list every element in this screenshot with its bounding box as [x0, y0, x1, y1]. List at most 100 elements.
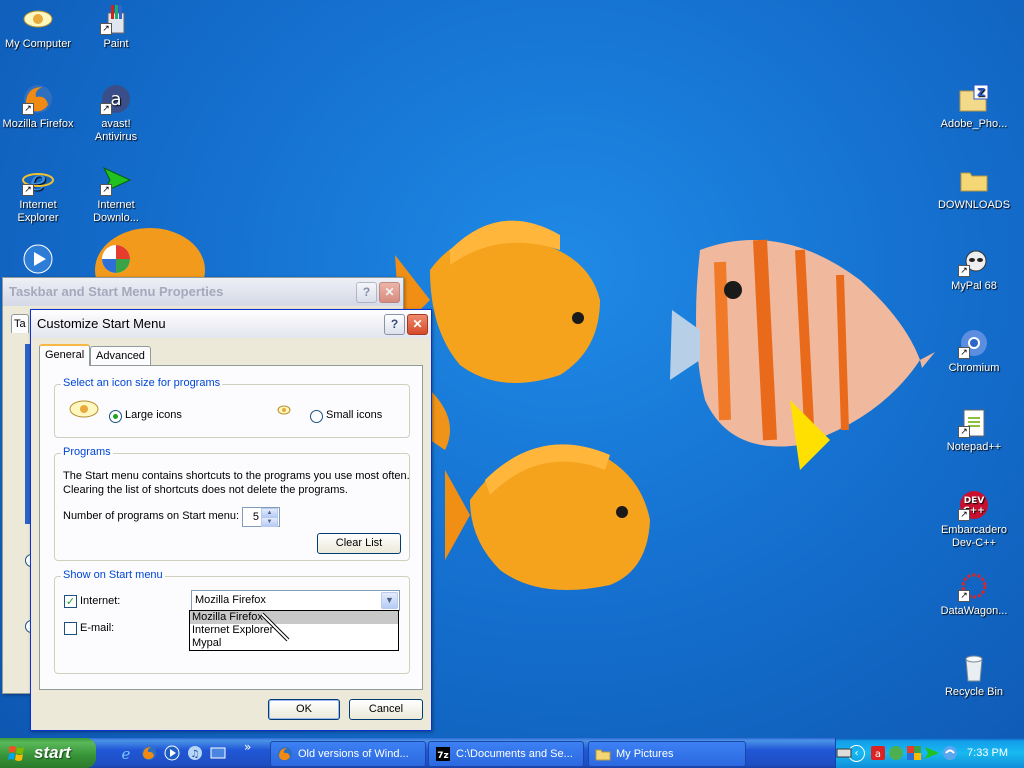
programs-group-label: Programs — [61, 446, 113, 458]
desktop-icon-label: Notepad++ — [946, 441, 1002, 453]
dropdown-option[interactable]: Mozilla Firefox — [190, 611, 398, 624]
firefox-icon — [278, 747, 292, 761]
start-label: start — [34, 743, 71, 762]
devcpp-icon: DEV C++ ↗ — [958, 489, 990, 521]
dropdown-option[interactable]: Internet Explorer — [190, 624, 398, 637]
mouse-cursor-icon — [260, 612, 290, 642]
internet-browser-dropdown-list[interactable]: Mozilla Firefox Internet Explorer Mypal — [189, 610, 399, 651]
large-icons-label[interactable]: Large icons — [125, 409, 182, 421]
programs-count-stepper[interactable]: 5 ▲ ▼ — [242, 507, 280, 527]
desktop-icon-internet-download-manager[interactable]: ↗ Internet Downlo... — [78, 164, 154, 225]
email-checkbox[interactable] — [64, 622, 77, 635]
desktop-icon-picasa[interactable] — [78, 243, 154, 278]
desktop-icon-recycle-bin[interactable]: Recycle Bin — [936, 651, 1012, 699]
desktop-icon-datawagon[interactable]: ↗ DataWagon... — [936, 570, 1012, 618]
dialog-title: Customize Start Menu — [37, 316, 166, 331]
help-button[interactable]: ? — [384, 314, 405, 335]
tab-taskbar[interactable]: Ta — [11, 314, 29, 333]
svg-text:♫: ♫ — [191, 749, 200, 760]
show-desktop-icon[interactable] — [210, 745, 226, 761]
desktop-icon-devcpp[interactable]: DEV C++ ↗ Embarcadero Dev-C++ — [936, 489, 1012, 550]
small-icons-radio[interactable] — [310, 410, 323, 423]
dropdown-option[interactable]: Mypal — [190, 637, 398, 650]
desktop-icon-paint[interactable]: ↗ Paint — [78, 3, 154, 51]
desktop-icon-adobe-photoshop-zip[interactable]: Z Adobe_Pho... — [936, 83, 1012, 131]
avast-icon: a ↗ — [100, 83, 132, 115]
keyboard-icon[interactable] — [836, 745, 852, 761]
taskbar: start e ♫ » Old versions of Wind... 7z C… — [0, 738, 1024, 768]
network-tray-icon[interactable] — [942, 745, 958, 761]
dialog-titlebar[interactable]: Customize Start Menu ? ✕ — [31, 310, 431, 338]
desktop-icon-label: DOWNLOADS — [937, 199, 1011, 211]
windows-logo-icon — [8, 746, 24, 761]
idm-icon: ↗ — [100, 164, 132, 196]
taskbar-properties-titlebar[interactable]: Taskbar and Start Menu Properties ? ✕ — [3, 278, 403, 306]
svg-text:e: e — [122, 745, 131, 761]
itunes-icon[interactable]: ♫ — [187, 745, 203, 761]
small-icon-preview-icon — [277, 405, 291, 418]
firefox-icon: ↗ — [22, 83, 54, 115]
desktop-icon-my-computer[interactable]: My Computer — [0, 3, 76, 51]
clear-list-button[interactable]: Clear List — [317, 533, 401, 554]
desktop-icon-avast[interactable]: a ↗ avast! Antivirus — [78, 83, 154, 144]
svg-text:DEV: DEV — [964, 496, 985, 506]
desktop-icon-label: Adobe_Pho... — [940, 118, 1008, 130]
desktop-icon-firefox[interactable]: ↗ Mozilla Firefox — [0, 83, 76, 131]
task-button-my-pictures[interactable]: My Pictures — [588, 741, 746, 767]
large-icon-preview-icon — [69, 399, 99, 422]
avast-tray-icon[interactable]: a — [870, 745, 886, 761]
spin-down-icon[interactable]: ▼ — [261, 517, 278, 527]
desktop-icon-label: Paint — [103, 38, 129, 50]
svg-text:7z: 7z — [437, 751, 449, 761]
close-button[interactable]: ✕ — [379, 282, 400, 303]
start-button[interactable]: start — [0, 738, 96, 768]
close-button[interactable]: ✕ — [407, 314, 428, 335]
svg-text:Z: Z — [977, 86, 985, 99]
cancel-button[interactable]: Cancel — [349, 699, 423, 720]
datawagon-icon: ↗ — [958, 570, 990, 602]
svg-text:a: a — [875, 749, 881, 760]
ie-icon[interactable]: e — [118, 745, 134, 761]
programs-count-value[interactable]: 5 — [253, 508, 259, 526]
desktop-icon-downloads[interactable]: DOWNLOADS — [936, 164, 1012, 212]
small-icons-label[interactable]: Small icons — [326, 409, 382, 421]
ok-button[interactable]: OK — [268, 699, 340, 720]
clock[interactable]: 7:33 PM — [967, 738, 1008, 768]
help-button[interactable]: ? — [356, 282, 377, 303]
desktop-icon-label: My Computer — [4, 38, 72, 50]
picasa-tray-icon[interactable] — [906, 745, 922, 761]
idm-tray-icon[interactable] — [924, 745, 940, 761]
tab-general[interactable]: General — [39, 344, 91, 366]
7zip-icon: 7z — [436, 747, 450, 761]
desktop-icon-notepadpp[interactable]: ↗ Notepad++ — [936, 406, 1012, 454]
task-label: Old versions of Wind... — [298, 748, 409, 760]
email-label[interactable]: E-mail: — [80, 622, 114, 634]
large-icons-radio[interactable] — [109, 410, 122, 423]
paint-icon: ↗ — [100, 3, 132, 35]
internet-browser-value: Mozilla Firefox — [195, 594, 266, 606]
desktop-icon-label: Embarcadero Dev-C++ — [940, 524, 1008, 549]
chevron-down-icon[interactable]: ▼ — [381, 592, 398, 609]
internet-browser-select[interactable]: Mozilla Firefox ▼ — [191, 590, 400, 611]
internet-label[interactable]: Internet: — [80, 595, 120, 607]
folder-icon — [958, 164, 990, 196]
task-button-7zip[interactable]: 7z C:\Documents and Se... — [428, 741, 584, 767]
desktop-icon-internet-explorer[interactable]: e ↗ Internet Explorer — [0, 164, 76, 225]
media-player-icon — [22, 243, 54, 275]
folder-icon — [595, 749, 611, 761]
system-tray: ‹ a 7:33 PM — [835, 738, 1024, 768]
icon-size-group: Select an icon size for programs Large i… — [54, 377, 410, 438]
internet-checkbox[interactable]: ✓ — [64, 595, 77, 608]
tab-advanced[interactable]: Advanced — [90, 346, 151, 365]
media-player-icon[interactable] — [164, 745, 180, 761]
programs-description: Clearing the list of shortcuts does not … — [63, 484, 348, 496]
task-button-firefox[interactable]: Old versions of Wind... — [270, 741, 426, 767]
firefox-icon[interactable] — [141, 745, 157, 761]
desktop-icon-label: Internet Downlo... — [93, 199, 139, 224]
desktop-icon-mypal[interactable]: ↗ MyPal 68 — [936, 245, 1012, 293]
mypal-tray-icon[interactable] — [888, 745, 904, 761]
programs-count-label: Number of programs on Start menu: — [63, 510, 240, 522]
desktop-icon-media-player[interactable] — [0, 243, 76, 278]
quick-launch-chevron-icon[interactable]: » — [244, 740, 251, 754]
desktop-icon-chromium[interactable]: ↗ Chromium — [936, 327, 1012, 375]
